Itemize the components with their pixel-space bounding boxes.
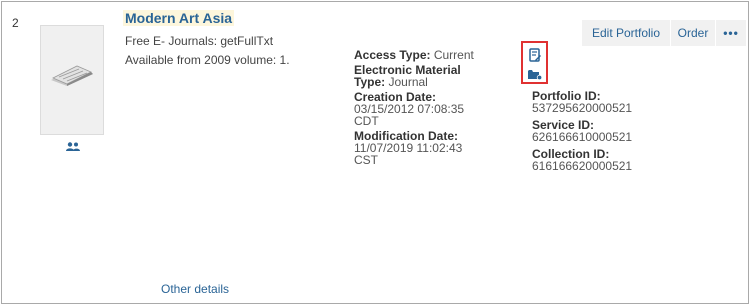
access-type-value: Current — [433, 48, 474, 62]
material-type-value: Journal — [388, 75, 428, 89]
coverage-line-2: Available from 2009 volume: 1. — [125, 53, 290, 67]
edit-portfolio-button[interactable]: Edit Portfolio — [582, 20, 670, 46]
more-actions-button[interactable]: ••• — [716, 20, 746, 46]
metadata-block: Access Type: Current Electronic Material… — [354, 49, 504, 167]
modification-date-tz: CST — [354, 153, 378, 167]
id-block: Portfolio ID: 537295620000521 Service ID… — [532, 90, 632, 177]
order-button[interactable]: Order — [671, 20, 715, 46]
group-icon[interactable] — [66, 139, 80, 157]
portfolio-id-value: 537295620000521 — [532, 101, 633, 115]
result-index: 2 — [12, 16, 19, 30]
edit-document-icon[interactable] — [529, 48, 541, 67]
access-type-label: Access Type: — [354, 48, 431, 62]
result-title-link[interactable]: Modern Art Asia — [123, 10, 235, 26]
service-id-value: 626166610000521 — [532, 130, 633, 144]
other-details-link[interactable]: Other details — [161, 282, 229, 296]
highlighted-icons — [521, 41, 548, 84]
coverage-line-1: Free E- Journals: getFullTxt — [125, 34, 274, 48]
result-card: 2 Modern Art Asia Free E- Journals: getF… — [1, 1, 749, 304]
collection-id-value: 616166620000521 — [532, 159, 633, 173]
material-type-label-cont: Type: — [354, 75, 386, 89]
folder-icon[interactable] — [528, 67, 543, 85]
creation-date-tz: CDT — [354, 114, 379, 128]
journal-thumbnail-icon — [40, 25, 104, 135]
